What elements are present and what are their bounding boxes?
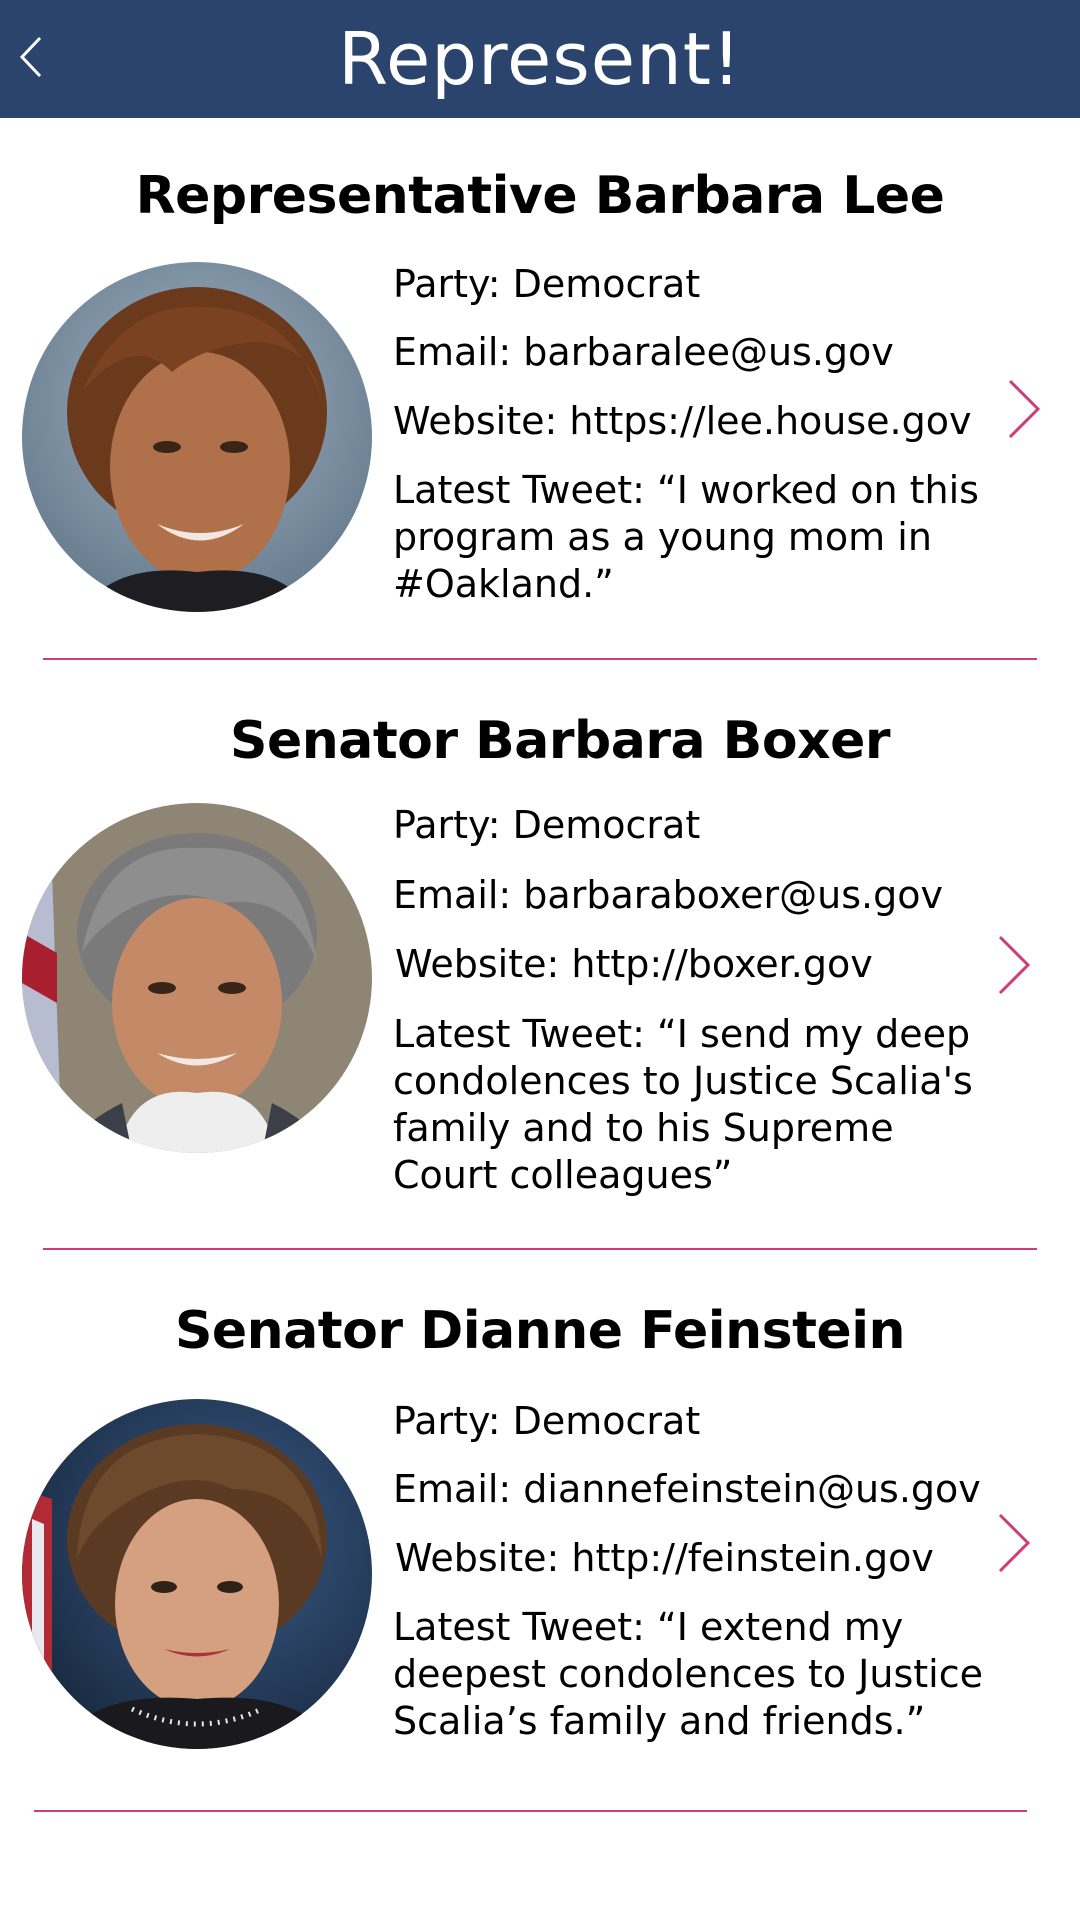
latest-tweet: Latest Tweet: “I worked on this program … bbox=[393, 468, 979, 606]
website-link[interactable]: Website: http://feinstein.gov bbox=[395, 1536, 934, 1580]
email-link[interactable]: Email: barbaralee@us.gov bbox=[393, 330, 894, 374]
party-text: Party: Democrat bbox=[393, 262, 701, 306]
representative-name: Senator Dianne Feinstein bbox=[174, 1301, 906, 1361]
chevron-right-icon bbox=[1008, 379, 1041, 439]
divider bbox=[43, 658, 1037, 660]
detail-button[interactable] bbox=[1005, 377, 1045, 441]
divider bbox=[34, 1810, 1027, 1812]
representative-card[interactable]: Senator Barbara Boxer Party: Democrat Em… bbox=[0, 663, 1080, 1253]
representative-info: Party: Democrat Email: diannefeinstein@u… bbox=[393, 1399, 993, 1779]
chevron-right-icon bbox=[998, 935, 1031, 995]
chevron-right-icon bbox=[998, 1513, 1031, 1573]
representative-info: Party: Democrat Email: barbaraboxer@us.g… bbox=[393, 803, 993, 1233]
representative-card[interactable]: Senator Dianne Feinstein Party: Democrat… bbox=[0, 1253, 1080, 1813]
latest-tweet: Latest Tweet: “I extend my deepest condo… bbox=[393, 1605, 983, 1743]
party-text: Party: Democrat bbox=[393, 803, 701, 847]
latest-tweet: Latest Tweet: “I send my deep condolence… bbox=[393, 1012, 973, 1197]
representative-info: Party: Democrat Email: barbaralee@us.gov… bbox=[393, 262, 993, 642]
website-link[interactable]: Website: https://lee.house.gov bbox=[393, 399, 972, 443]
representative-name: Senator Barbara Boxer bbox=[230, 711, 891, 771]
representative-photo bbox=[22, 262, 372, 612]
email-link[interactable]: Email: barbaraboxer@us.gov bbox=[393, 873, 943, 917]
divider bbox=[43, 1248, 1037, 1250]
representative-photo bbox=[22, 1399, 372, 1749]
representative-photo bbox=[22, 803, 372, 1153]
representative-card[interactable]: Representative Barbara Lee Party: Democr… bbox=[0, 118, 1080, 663]
detail-button[interactable] bbox=[995, 933, 1035, 997]
representative-name: Representative Barbara Lee bbox=[135, 166, 945, 226]
email-link[interactable]: Email: diannefeinstein@us.gov bbox=[393, 1467, 981, 1511]
website-link[interactable]: Website: http://boxer.gov bbox=[395, 942, 873, 986]
party-text: Party: Democrat bbox=[393, 1399, 701, 1443]
detail-button[interactable] bbox=[995, 1511, 1035, 1575]
app-title: Represent! bbox=[338, 17, 742, 101]
app-header: Represent! bbox=[0, 0, 1080, 118]
